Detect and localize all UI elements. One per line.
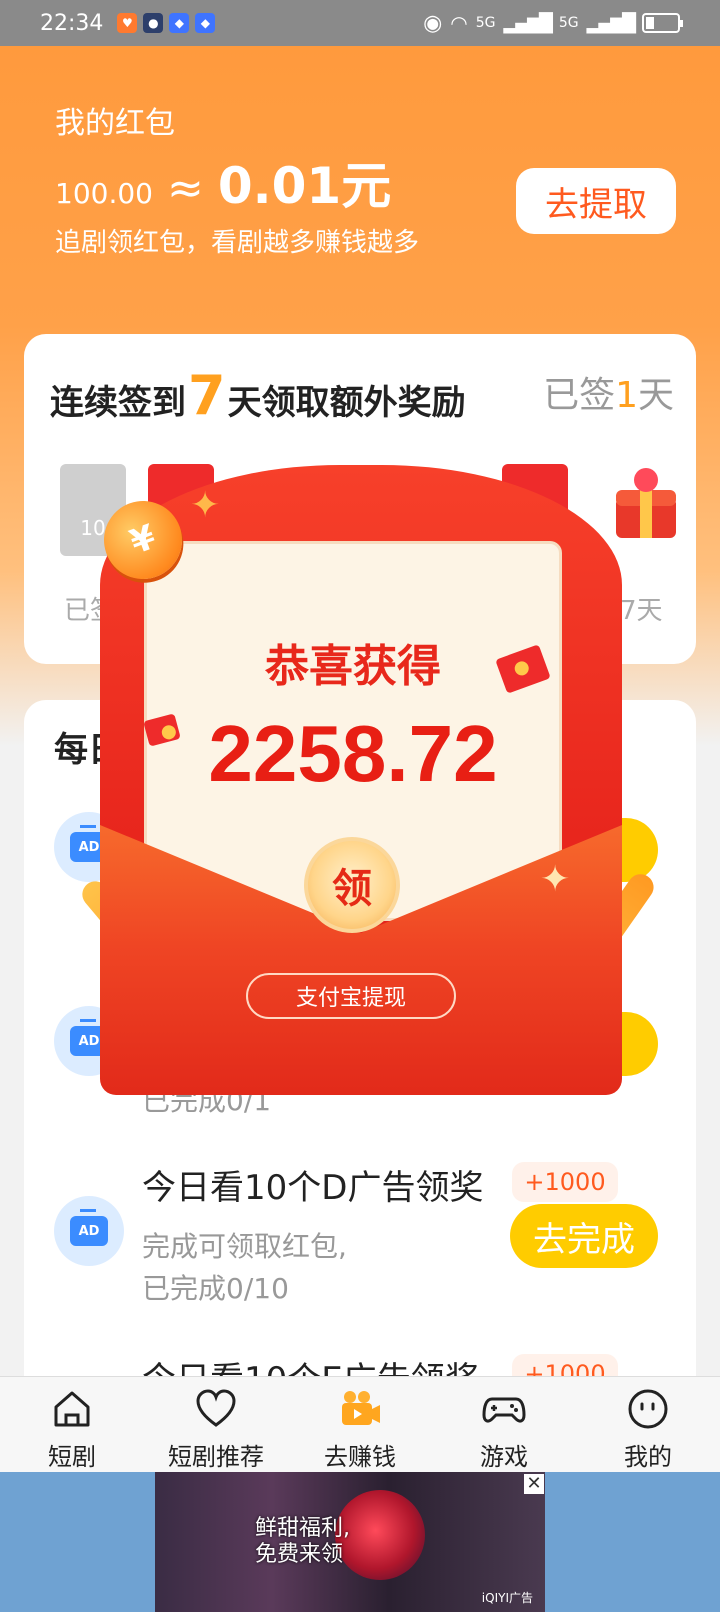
nav-item-label: 短剧推荐 xyxy=(168,1443,264,1471)
bottom-nav: 短剧 短剧推荐 去赚钱 游戏 我的 xyxy=(0,1376,720,1472)
nav-item-label: 去赚钱 xyxy=(324,1443,396,1471)
signal-icon: ▂▄▆█ xyxy=(503,12,552,34)
heart-icon xyxy=(194,1387,238,1431)
ad-brand-label: iQIYI广告 xyxy=(481,1591,533,1605)
ad-text: 鲜甜福利, 免费来领 xyxy=(255,1516,350,1568)
sparkle-icon: ✦ xyxy=(190,485,221,526)
nav-item-games[interactable]: 游戏 xyxy=(432,1377,576,1472)
status-time: 22:34 xyxy=(40,10,104,36)
ad-text-line: 鲜甜福利, xyxy=(255,1516,350,1541)
ad-image[interactable]: 鲜甜福利, 免费来领 iQIYI广告 xyxy=(155,1472,545,1612)
nav-item-profile[interactable]: 我的 xyxy=(576,1377,720,1472)
prize-amount: 2258.72 xyxy=(208,709,498,798)
ad-banner[interactable]: 鲜甜福利, 免费来领 iQIYI广告 ✕ xyxy=(0,1472,720,1612)
close-icon[interactable]: ✕ xyxy=(524,1474,544,1494)
ad-text-line: 免费来领 xyxy=(255,1542,344,1567)
alipay-withdraw-button[interactable]: 支付宝提现 xyxy=(246,973,456,1019)
app-notification-icon: ◆ xyxy=(169,13,190,33)
claim-seal-button[interactable]: 领 xyxy=(304,837,400,933)
nav-item-recommend[interactable]: 短剧推荐 xyxy=(144,1377,288,1472)
battery-icon xyxy=(642,13,683,33)
nav-item-label: 我的 xyxy=(624,1443,672,1471)
gamepad-icon xyxy=(482,1387,526,1431)
red-packet-popup: 恭喜获得 2258.72 ¥ ✦ ✦ 领 支付宝提现 xyxy=(60,455,680,1135)
camera-icon xyxy=(338,1387,382,1431)
signal-icon: ▂▄▆█ xyxy=(586,12,636,34)
nav-item-short-drama[interactable]: 短剧 xyxy=(0,1377,144,1472)
app-notification-icon: ◆ xyxy=(195,13,216,33)
eye-icon: ◉ xyxy=(423,10,443,36)
app-notification-icon: ♥ xyxy=(117,13,138,33)
face-icon xyxy=(626,1387,670,1431)
home-icon xyxy=(50,1387,94,1431)
nav-item-earn[interactable]: 去赚钱 xyxy=(288,1377,432,1472)
network-label: 5G xyxy=(558,15,579,31)
sparkle-icon: ✦ xyxy=(540,859,571,900)
status-bar: 22:34 ♥ ● ◆ ◆ ◉ ◠ 5G ▂▄▆█ 5G ▂▄▆█ xyxy=(0,0,720,46)
nav-item-label: 游戏 xyxy=(480,1443,528,1471)
app-notification-icon: ● xyxy=(143,13,164,33)
nav-item-label: 短剧 xyxy=(48,1443,96,1471)
wifi-icon: ◠ xyxy=(450,11,468,35)
network-label: 5G xyxy=(475,15,496,31)
